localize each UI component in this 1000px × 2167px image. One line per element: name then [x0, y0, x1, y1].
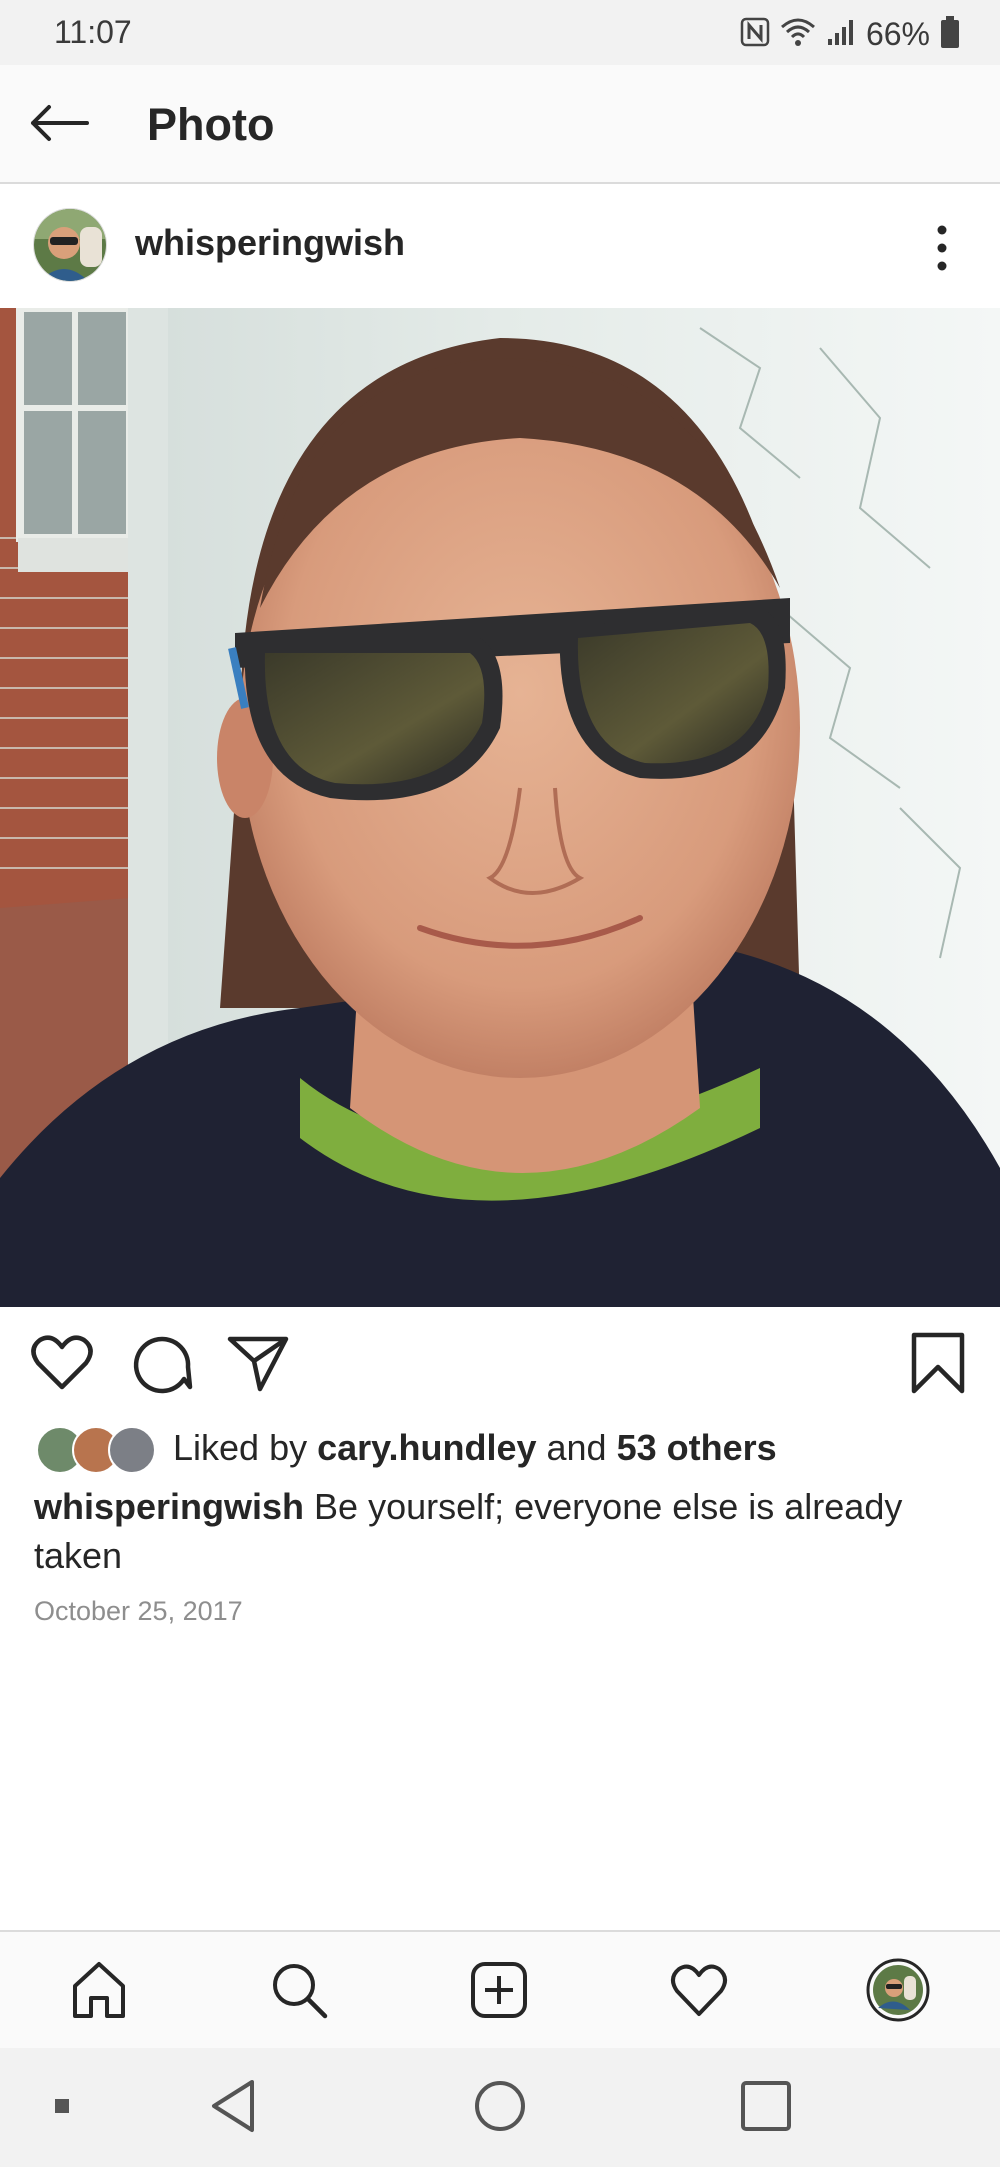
post-photo[interactable]	[0, 308, 1000, 1307]
more-options-button[interactable]	[914, 220, 970, 276]
tab-search[interactable]	[267, 1960, 331, 2024]
post-header: whisperingwish	[0, 184, 1000, 307]
app-header: Photo	[0, 65, 1000, 184]
likes-others-link[interactable]: 53 others	[617, 1427, 777, 1468]
nfc-icon	[740, 17, 770, 52]
tab-profile[interactable]	[866, 1958, 930, 2027]
post-username[interactable]: whisperingwish	[135, 222, 405, 264]
home-icon	[69, 1960, 129, 2025]
recents-dot-icon	[52, 2096, 72, 2121]
system-home-button[interactable]	[468, 2076, 532, 2140]
back-button[interactable]	[24, 95, 96, 155]
status-bar: 11:07 66%	[0, 0, 1000, 65]
tab-activity[interactable]	[667, 1960, 731, 2024]
post-caption: whisperingwish Be yourself; everyone els…	[34, 1482, 964, 1580]
back-triangle-icon	[208, 2078, 260, 2139]
search-icon	[269, 1960, 329, 2025]
page-title: Photo	[147, 99, 275, 150]
tab-new-post[interactable]	[467, 1960, 531, 2024]
battery-percent: 66%	[865, 15, 930, 52]
like-button[interactable]	[30, 1331, 94, 1395]
recents-dot-button[interactable]	[30, 2076, 94, 2140]
system-overview-button[interactable]	[734, 2076, 798, 2140]
new-post-icon	[469, 1960, 529, 2025]
comment-icon	[130, 1336, 194, 1399]
caption-username[interactable]: whisperingwish	[34, 1486, 304, 1527]
system-back-button[interactable]	[202, 2076, 266, 2140]
system-nav-bar	[0, 2048, 1000, 2167]
battery-icon	[940, 15, 960, 53]
status-time: 11:07	[54, 14, 132, 50]
status-icons: 66%	[740, 14, 960, 54]
heart-icon	[30, 1335, 94, 1399]
likes-prefix: Liked by	[173, 1427, 318, 1468]
overview-square-icon	[738, 2078, 794, 2139]
comment-button[interactable]	[130, 1331, 194, 1395]
post-actions	[0, 1307, 1000, 1417]
likes-middle: and	[536, 1427, 617, 1468]
arrow-left-icon	[29, 103, 91, 148]
post-date: October 25, 2017	[34, 1596, 243, 1626]
liker-avatars[interactable]	[36, 1426, 156, 1474]
profile-avatar	[866, 1958, 930, 2027]
avatar[interactable]	[33, 208, 107, 282]
likes-row: Liked by cary.hundley and 53 others	[36, 1422, 976, 1474]
bottom-tab-bar	[0, 1930, 1000, 2050]
signal-icon	[826, 17, 856, 52]
activity-heart-icon	[669, 1960, 729, 2025]
more-vertical-icon	[914, 225, 970, 280]
avatar	[108, 1426, 156, 1474]
wifi-icon	[780, 17, 816, 52]
tab-home[interactable]	[67, 1960, 131, 2024]
likes-summary[interactable]: Liked by cary.hundley and 53 others	[173, 1427, 777, 1469]
bookmark-icon	[906, 1332, 970, 1399]
home-circle-icon	[472, 2078, 528, 2139]
share-icon	[226, 1336, 290, 1399]
save-button[interactable]	[906, 1331, 970, 1395]
share-button[interactable]	[226, 1331, 290, 1395]
liker-username[interactable]: cary.hundley	[317, 1427, 536, 1468]
